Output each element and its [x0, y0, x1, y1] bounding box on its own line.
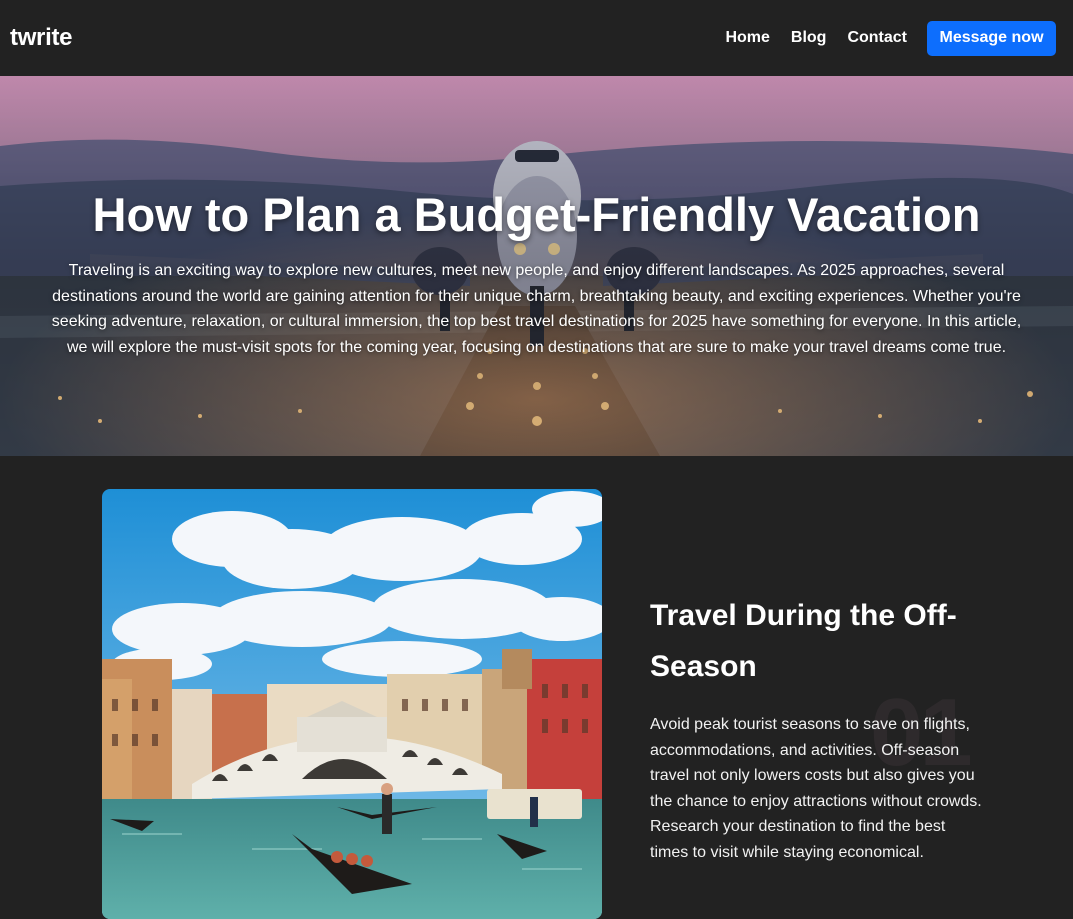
- hero-section: How to Plan a Budget-Friendly Vacation T…: [0, 76, 1073, 456]
- hero-description: Traveling is an exciting way to explore …: [51, 262, 1022, 356]
- nav-link-contact[interactable]: Contact: [847, 29, 907, 47]
- main-nav: Home Blog Contact Message now: [725, 20, 1056, 56]
- tip-title: Travel During the Off-Season: [650, 599, 957, 683]
- nav-link-home[interactable]: Home: [725, 29, 769, 47]
- message-now-button[interactable]: Message now: [927, 20, 1056, 56]
- navbar: twrite Home Blog Contact Message now: [0, 0, 1073, 76]
- tip-description: Avoid peak tourist seasons to save on fl…: [650, 716, 982, 861]
- venice-photo: [102, 489, 602, 919]
- brand-logo[interactable]: twrite: [10, 24, 73, 52]
- venice-image: [102, 489, 602, 919]
- hero-title: How to Plan a Budget-Friendly Vacation: [92, 188, 981, 241]
- tip-content: 01 Travel During the Off-Season Avoid pe…: [650, 590, 995, 865]
- nav-link-blog[interactable]: Blog: [791, 29, 827, 47]
- hero-content: How to Plan a Budget-Friendly Vacation T…: [0, 186, 1073, 360]
